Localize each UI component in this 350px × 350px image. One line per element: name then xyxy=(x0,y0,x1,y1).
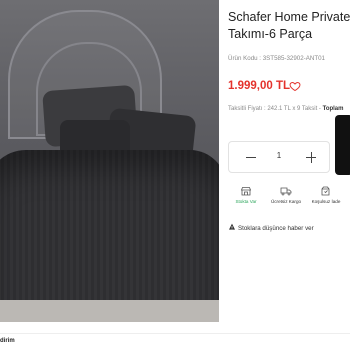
product-info-panel: Schafer Home Private Çi Takımı-6 Parça Ü… xyxy=(222,0,350,350)
feature-free-shipping: Ücretsiz Kargo xyxy=(268,186,304,205)
duvet xyxy=(0,150,219,320)
store-icon xyxy=(240,187,252,196)
section-divider xyxy=(0,333,350,334)
heart-icon[interactable] xyxy=(289,80,301,92)
section-heading-partial: dirim xyxy=(0,338,15,344)
feature-stock: Stokta Var xyxy=(228,186,264,205)
truck-icon xyxy=(280,187,292,196)
add-to-cart-button[interactable] xyxy=(335,115,350,175)
quantity-stepper: 1 xyxy=(228,141,330,173)
installment-info: Taksitli Fiyatı : 242.1 TL x 9 Taksit - … xyxy=(228,106,344,112)
quantity-input[interactable]: 1 xyxy=(229,151,329,160)
stock-notify-link[interactable]: Stoklara düşünce haber ver xyxy=(228,223,314,232)
bell-icon xyxy=(229,223,235,230)
product-title: Schafer Home Private Çi Takımı-6 Parça xyxy=(228,9,350,43)
product-price: 1.999,00 TL xyxy=(228,80,291,92)
product-sku: Ürün Kodu : 3ST585-32902-ANT01 xyxy=(228,55,325,62)
feature-free-return: Koşulsuz İade xyxy=(308,186,344,205)
product-title-line1: Schafer Home Private Çi xyxy=(228,10,350,24)
plus-icon[interactable] xyxy=(310,152,312,163)
product-title-line2: Takımı-6 Parça xyxy=(228,27,313,41)
floor xyxy=(0,300,219,322)
product-features: Stokta Var Ücretsiz Kargo Koşulsuz İade xyxy=(228,186,350,222)
return-icon xyxy=(321,186,330,196)
product-image[interactable] xyxy=(0,0,219,322)
